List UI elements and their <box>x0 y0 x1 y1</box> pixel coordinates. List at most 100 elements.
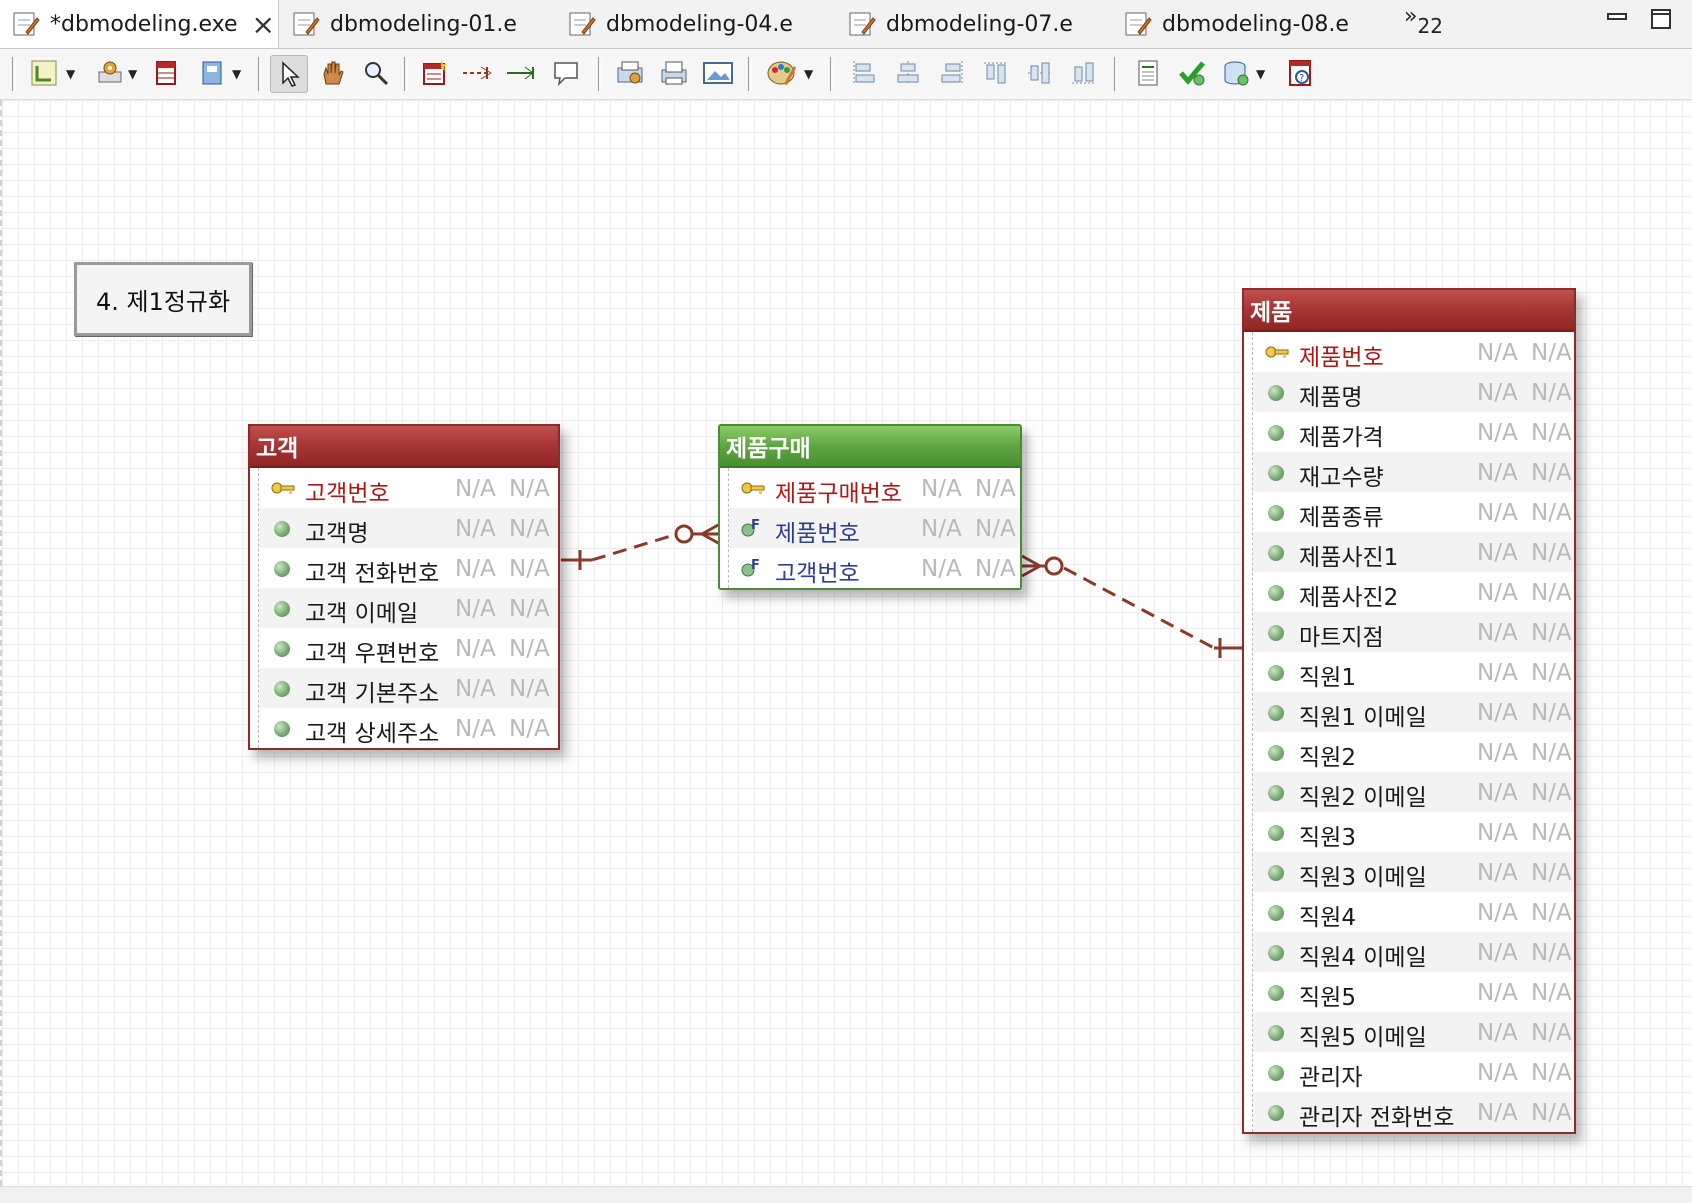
attribute-row[interactable]: 제품사진2 N/A N/A <box>1253 572 1574 612</box>
minimize-icon[interactable] <box>1606 8 1628 30</box>
diagram-canvas[interactable]: 4. 제1정규화 고객 고객번호 N/A N/A 고객명 N/A N/A 고객 전화번호… <box>0 100 1692 1186</box>
entity-customer[interactable]: 고객 고객번호 N/A N/A 고객명 N/A N/A 고객 전화번호 N/A N/A 고객… <box>248 424 560 750</box>
tab-dbmodeling-07[interactable]: dbmodeling-07.e <box>836 0 1073 48</box>
attribute-name: 직원2 이메일 <box>1299 785 1427 811</box>
chevron-down-icon[interactable]: ▼ <box>1256 67 1265 81</box>
attribute-name: 직원1 <box>1299 665 1356 691</box>
attribute-name: 마트지점 <box>1299 625 1384 651</box>
attribute-row[interactable]: 고객 기본주소 N/A N/A <box>259 668 558 708</box>
attribute-row[interactable]: 재고수량 N/A N/A <box>1253 452 1574 492</box>
relation-solid-icon[interactable] <box>504 55 540 91</box>
align-bottom-icon[interactable] <box>1066 55 1102 91</box>
entity-product[interactable]: 제품 제품번호 N/A N/A 제품명 N/A N/A 제품가격 N/A N/A 재고수량 N/A… <box>1242 288 1576 1134</box>
attribute-row[interactable]: 고객 전화번호 N/A N/A <box>259 548 558 588</box>
attribute-row[interactable]: 제품종류 N/A N/A <box>1253 492 1574 532</box>
align-center-icon[interactable] <box>890 55 926 91</box>
attribute-row[interactable]: 직원5 이메일 N/A N/A <box>1253 1012 1574 1052</box>
attribute-null: N/A <box>1531 1100 1572 1126</box>
attribute-row[interactable]: 고객 상세주소 N/A N/A <box>259 708 558 748</box>
attribute-row[interactable]: F 제품번호 N/A N/A <box>729 508 1020 548</box>
attribute-row[interactable]: 관리자 전화번호 N/A N/A <box>1253 1092 1574 1132</box>
tab-dbmodeling-04[interactable]: dbmodeling-04.e <box>556 0 793 48</box>
attribute-row[interactable]: 직원2 이메일 N/A N/A <box>1253 772 1574 812</box>
attribute-row[interactable]: 직원4 N/A N/A <box>1253 892 1574 932</box>
attribute-row[interactable]: 제품구매번호 N/A N/A <box>729 468 1020 508</box>
notebook-icon[interactable] <box>194 55 230 91</box>
attribute-row[interactable]: 직원1 N/A N/A <box>1253 652 1574 692</box>
attribute-icon <box>1265 822 1287 842</box>
align-left-icon[interactable] <box>846 55 882 91</box>
attribute-name: 제품명 <box>1299 385 1363 411</box>
validate-icon[interactable] <box>1174 55 1210 91</box>
chevron-down-icon[interactable]: ▼ <box>804 67 813 81</box>
attribute-row[interactable]: 제품명 N/A N/A <box>1253 372 1574 412</box>
maximize-icon[interactable] <box>1650 8 1672 30</box>
attribute-name: 제품가격 <box>1299 425 1384 451</box>
attribute-row[interactable]: 제품가격 N/A N/A <box>1253 412 1574 452</box>
attribute-row[interactable]: 관리자 N/A N/A <box>1253 1052 1574 1092</box>
more-tabs-button[interactable]: »22 <box>1404 4 1443 38</box>
new-entity-icon[interactable] <box>416 55 452 91</box>
attribute-icon <box>271 678 293 698</box>
entity-title: 고객 <box>250 426 558 468</box>
attribute-null: N/A <box>1531 860 1572 886</box>
align-top-icon[interactable] <box>978 55 1014 91</box>
attribute-name: 고객 이메일 <box>305 601 419 627</box>
palette-icon[interactable] <box>764 55 800 91</box>
attribute-null: N/A <box>509 716 550 742</box>
attribute-row[interactable]: 고객명 N/A N/A <box>259 508 558 548</box>
layout-icon[interactable] <box>26 55 62 91</box>
export-icon[interactable] <box>612 55 648 91</box>
relationship-purchase-product[interactable] <box>1021 554 1242 658</box>
attribute-name: 제품사진2 <box>1299 585 1399 611</box>
attribute-row[interactable]: 직원5 N/A N/A <box>1253 972 1574 1012</box>
attribute-row[interactable]: 직원2 N/A N/A <box>1253 732 1574 772</box>
tab-dbmodeling-exe[interactable]: *dbmodeling.exe × <box>0 0 279 48</box>
chevron-down-icon[interactable]: ▼ <box>128 67 137 81</box>
chevron-down-icon[interactable]: ▼ <box>232 67 241 81</box>
align-middle-icon[interactable] <box>1022 55 1058 91</box>
report-icon[interactable] <box>1130 55 1166 91</box>
attribute-icon <box>1265 862 1287 882</box>
entity-product-purchase[interactable]: 제품구매 제품구매번호 N/A N/A F 제품번호 N/A N/A F 고객번호 N/A N/… <box>718 424 1022 590</box>
attribute-row[interactable]: 고객번호 N/A N/A <box>259 468 558 508</box>
attribute-row[interactable]: 고객 이메일 N/A N/A <box>259 588 558 628</box>
align-right-icon[interactable] <box>934 55 970 91</box>
relation-dashed-icon[interactable] <box>460 55 496 91</box>
attribute-row[interactable]: 고객 우편번호 N/A N/A <box>259 628 558 668</box>
tab-dbmodeling-01[interactable]: dbmodeling-01.e <box>280 0 517 48</box>
chevron-down-icon[interactable]: ▼ <box>66 67 75 81</box>
tab-dbmodeling-08[interactable]: dbmodeling-08.e <box>1112 0 1349 48</box>
attribute-row[interactable]: 마트지점 N/A N/A <box>1253 612 1574 652</box>
select-arrow-icon[interactable] <box>270 55 308 93</box>
help-icon[interactable]: ? <box>1282 55 1318 91</box>
attribute-icon <box>1265 582 1287 602</box>
attribute-type: N/A <box>455 716 496 742</box>
attribute-icon <box>271 718 293 738</box>
diagram-note[interactable]: 4. 제1정규화 <box>74 262 252 336</box>
relationship-customer-purchase[interactable] <box>561 522 721 570</box>
settings-icon[interactable] <box>92 55 128 91</box>
close-icon[interactable]: × <box>251 8 274 41</box>
attribute-icon <box>1265 382 1287 402</box>
attribute-row[interactable]: F 고객번호 N/A N/A <box>729 548 1020 588</box>
attribute-null: N/A <box>509 516 550 542</box>
attribute-name: 제품번호 <box>1299 345 1384 371</box>
table-icon[interactable] <box>148 55 184 91</box>
entity-title: 제품 <box>1244 290 1574 332</box>
attribute-row[interactable]: 제품번호 N/A N/A <box>1253 332 1574 372</box>
print-icon[interactable] <box>656 55 692 91</box>
horizontal-scrollbar[interactable] <box>0 1186 1692 1203</box>
attribute-row[interactable]: 직원1 이메일 N/A N/A <box>1253 692 1574 732</box>
attribute-row[interactable]: 직원3 N/A N/A <box>1253 812 1574 852</box>
attribute-row[interactable]: 직원4 이메일 N/A N/A <box>1253 932 1574 972</box>
image-icon[interactable] <box>700 55 736 91</box>
entity-title: 제품구매 <box>720 426 1020 468</box>
hand-icon[interactable] <box>314 55 350 91</box>
tab-label: dbmodeling-04.e <box>606 11 793 37</box>
comment-icon[interactable] <box>548 55 584 91</box>
attribute-row[interactable]: 제품사진1 N/A N/A <box>1253 532 1574 572</box>
attribute-row[interactable]: 직원3 이메일 N/A N/A <box>1253 852 1574 892</box>
zoom-icon[interactable] <box>358 55 394 91</box>
database-icon[interactable] <box>1218 55 1254 91</box>
